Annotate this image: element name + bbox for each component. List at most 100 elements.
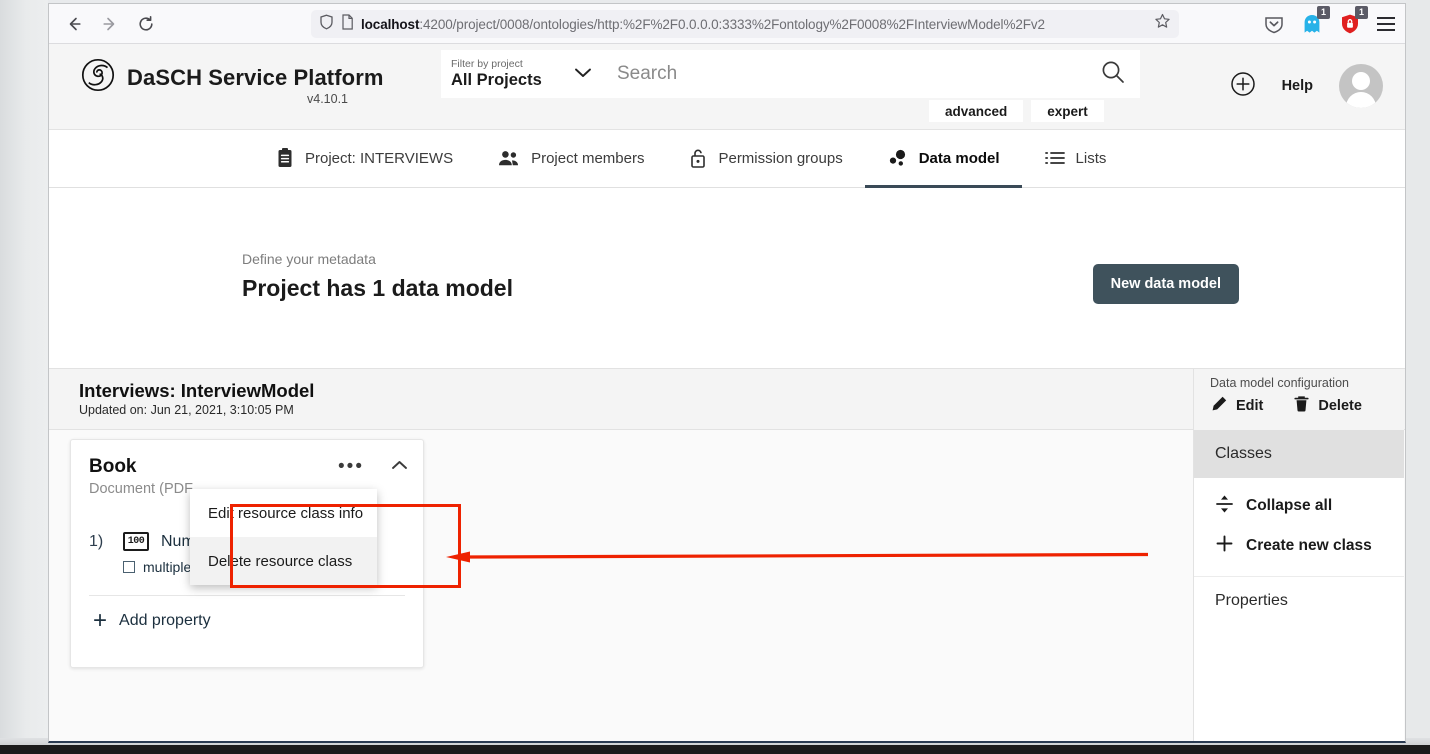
tab-label: Lists bbox=[1076, 150, 1107, 167]
resource-class-context-menu: Edit resource class info Delete resource… bbox=[190, 489, 377, 585]
user-avatar-icon[interactable] bbox=[1339, 64, 1383, 108]
tab-lists[interactable]: Lists bbox=[1022, 131, 1129, 188]
data-model-body: Book Document (PDF, ••• 1) bbox=[49, 430, 1405, 743]
edit-label: Edit bbox=[1236, 398, 1263, 414]
number-value-icon: 100 bbox=[123, 532, 149, 551]
edit-data-model-button[interactable]: Edit bbox=[1210, 395, 1263, 417]
browser-toolbar: localhost:4200/project/0008/ontologies/h… bbox=[49, 4, 1405, 44]
page-title: Project has 1 data model bbox=[242, 275, 513, 302]
data-model-header: Interviews: InterviewModel Updated on: J… bbox=[49, 368, 1405, 430]
save-to-pocket-icon[interactable] bbox=[1263, 13, 1285, 35]
multiple-label: multiple bbox=[143, 559, 191, 575]
hamburger-menu-icon[interactable] bbox=[1377, 17, 1395, 31]
menu-item-edit-resource-class-info[interactable]: Edit resource class info bbox=[190, 489, 377, 537]
browser-window: localhost:4200/project/0008/ontologies/h… bbox=[48, 3, 1406, 743]
data-model-updated: Updated on: Jun 21, 2021, 3:10:05 PM bbox=[79, 402, 314, 418]
add-property-label: Add property bbox=[119, 612, 211, 630]
address-bar[interactable]: localhost:4200/project/0008/ontologies/h… bbox=[311, 10, 1179, 38]
desktop-background-right bbox=[1406, 0, 1430, 746]
more-options-icon[interactable]: ••• bbox=[338, 461, 364, 473]
search-mode-buttons: advanced expert bbox=[929, 100, 1104, 122]
project-filter-label: Filter by project bbox=[451, 58, 573, 70]
multiple-checkbox[interactable] bbox=[123, 561, 135, 573]
advanced-search-button[interactable]: advanced bbox=[929, 100, 1023, 122]
bookmark-star-icon[interactable] bbox=[1154, 13, 1171, 35]
bubble-chart-icon bbox=[887, 148, 909, 168]
dasch-spiral-logo-icon bbox=[81, 58, 115, 97]
plus-circle-icon[interactable] bbox=[1230, 71, 1256, 102]
sidebar-item-collapse-all[interactable]: Collapse all bbox=[1194, 486, 1404, 526]
chevron-down-icon[interactable] bbox=[573, 66, 593, 82]
delete-data-model-button[interactable]: Delete bbox=[1293, 395, 1362, 417]
plus-icon: + bbox=[93, 612, 107, 630]
privacy-shield-icon[interactable]: 1 bbox=[1339, 13, 1361, 35]
tab-project-members[interactable]: Project members bbox=[475, 131, 666, 188]
data-model-panel: Interviews: InterviewModel Updated on: J… bbox=[49, 368, 1405, 743]
project-filter-value: All Projects bbox=[451, 70, 573, 90]
chevron-up-icon[interactable] bbox=[390, 458, 409, 476]
screenshot-root: localhost:4200/project/0008/ontologies/h… bbox=[0, 0, 1430, 754]
tab-label: Project: INTERVIEWS bbox=[305, 150, 453, 167]
url-host: localhost bbox=[361, 17, 419, 32]
card-divider bbox=[89, 595, 405, 596]
url-path: :4200/project/0008/ontologies/http:%2F%2… bbox=[419, 17, 1045, 32]
expert-search-button[interactable]: expert bbox=[1031, 100, 1104, 122]
tab-project-interviews[interactable]: Project: INTERVIEWS bbox=[253, 131, 475, 188]
data-model-title: Interviews: InterviewModel bbox=[79, 380, 314, 402]
container-tabs-icon[interactable]: 1 bbox=[1301, 13, 1323, 35]
collapse-all-icon bbox=[1215, 494, 1234, 519]
sidebar-item-create-new-class[interactable]: Create new class bbox=[1194, 526, 1404, 566]
sidebar-classes-header: Classes bbox=[1194, 430, 1404, 478]
config-label: Data model configuration bbox=[1210, 376, 1404, 390]
help-link[interactable]: Help bbox=[1282, 78, 1313, 94]
people-icon bbox=[497, 149, 521, 167]
new-data-model-button[interactable]: New data model bbox=[1093, 264, 1239, 304]
desktop-taskbar bbox=[0, 745, 1430, 754]
desktop-background-left bbox=[0, 0, 48, 746]
reload-icon[interactable] bbox=[131, 9, 161, 39]
app-header: DaSCH Service Platform v4.10.1 Filter by… bbox=[49, 44, 1405, 130]
resource-class-card: Book Document (PDF, ••• 1) bbox=[70, 439, 424, 668]
clipboard-icon bbox=[275, 147, 295, 169]
add-property-button[interactable]: + Add property bbox=[93, 612, 211, 630]
tab-permission-groups[interactable]: Permission groups bbox=[666, 131, 864, 188]
page-info-icon[interactable] bbox=[341, 14, 354, 35]
delete-label: Delete bbox=[1318, 398, 1362, 414]
tab-label: Permission groups bbox=[718, 150, 842, 167]
browser-toolbar-right: 1 1 bbox=[1263, 4, 1395, 44]
tab-label: Project members bbox=[531, 150, 644, 167]
project-tabs: Project: INTERVIEWS Project members Perm… bbox=[49, 130, 1405, 188]
hero-section: Define your metadata Project has 1 data … bbox=[49, 188, 1405, 368]
data-model-sidebar: Classes Collapse all bbox=[1193, 430, 1404, 742]
app-version: v4.10.1 bbox=[307, 92, 348, 106]
project-filter-select[interactable]: Filter by project All Projects bbox=[441, 50, 603, 98]
search-bar[interactable] bbox=[603, 50, 1140, 98]
url-text[interactable]: localhost:4200/project/0008/ontologies/h… bbox=[361, 17, 1147, 32]
tab-data-model[interactable]: Data model bbox=[865, 131, 1022, 188]
hero-subtitle: Define your metadata bbox=[242, 251, 376, 267]
property-index: 1) bbox=[89, 533, 111, 551]
forward-arrow-icon[interactable] bbox=[95, 9, 125, 39]
list-icon bbox=[1044, 149, 1066, 167]
search-input[interactable] bbox=[617, 63, 1100, 85]
sidebar-item-label: Create new class bbox=[1246, 537, 1372, 555]
browser-nav-buttons bbox=[49, 9, 161, 39]
menu-item-delete-resource-class[interactable]: Delete resource class bbox=[190, 537, 377, 585]
tab-label: Data model bbox=[919, 150, 1000, 167]
data-model-configuration: Data model configuration Edit bbox=[1193, 369, 1404, 430]
container-badge: 1 bbox=[1317, 6, 1330, 19]
sidebar-properties-header: Properties bbox=[1194, 577, 1404, 625]
header-actions: Help bbox=[1230, 64, 1383, 108]
lock-open-icon bbox=[688, 147, 708, 169]
pencil-icon bbox=[1210, 395, 1228, 417]
left-arrow-annotation bbox=[436, 550, 1148, 564]
plus-icon bbox=[1215, 534, 1234, 558]
trash-icon bbox=[1293, 395, 1310, 417]
back-arrow-icon[interactable] bbox=[59, 9, 89, 39]
search-icon[interactable] bbox=[1100, 59, 1126, 90]
dasch-app: DaSCH Service Platform v4.10.1 Filter by… bbox=[49, 44, 1405, 743]
sidebar-item-label: Collapse all bbox=[1246, 497, 1332, 515]
brand-title: DaSCH Service Platform bbox=[127, 65, 384, 91]
privacy-badge: 1 bbox=[1355, 6, 1368, 19]
tracking-protection-shield-icon[interactable] bbox=[319, 14, 334, 35]
